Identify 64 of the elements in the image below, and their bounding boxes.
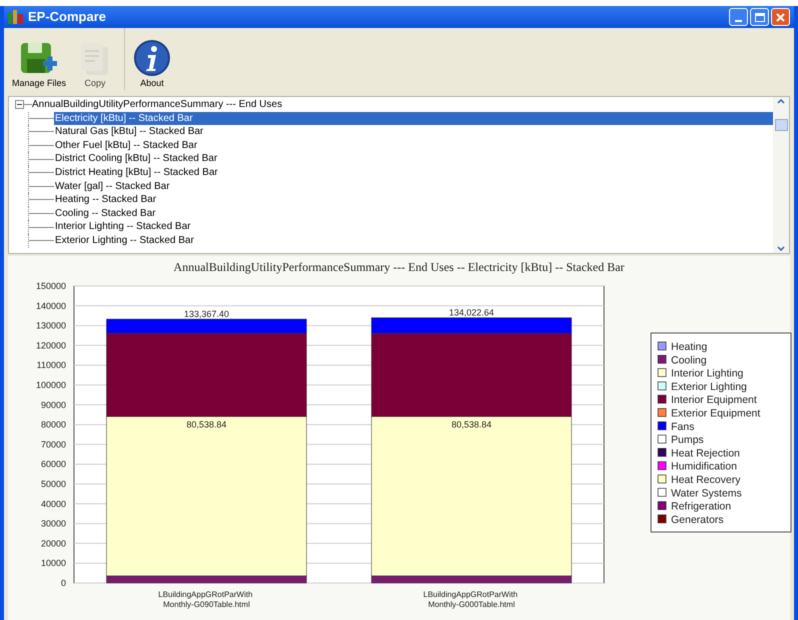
app-logo-icon <box>8 10 24 24</box>
tree-item[interactable]: District Cooling [kBtu] -- Stacked Bar <box>54 152 218 166</box>
scroll-up-icon[interactable] <box>777 99 785 104</box>
tree-item[interactable]: Water [gal] -- Stacked Bar <box>54 180 171 194</box>
y-tick-label: 110000 <box>36 360 66 370</box>
tree-item[interactable]: Cooling -- Stacked Bar <box>54 206 157 220</box>
y-tick-label: 130000 <box>36 320 66 331</box>
legend-label: Refrigeration <box>671 500 732 513</box>
legend-label: Heat Rejection <box>671 447 740 460</box>
tree-item[interactable]: Interior Lighting -- Stacked Bar <box>54 220 192 234</box>
x-category-label: LBuildingAppGRotParWith Monthly-G000Table.html <box>423 590 518 609</box>
toolbar-button[interactable]: About <box>129 38 176 90</box>
y-tick-label: 40000 <box>40 498 66 509</box>
tree-item[interactable]: Electricity [kBtu] -- Stacked Bar <box>54 112 194 126</box>
y-tick-label: 140000 <box>36 300 66 311</box>
tree-item[interactable]: AnnualBuildingUtilityPerformanceSummary --- End Uses <box>32 98 282 112</box>
data-label: 134,022.64 <box>448 308 494 318</box>
tree-item[interactable]: Other Fuel [kBtu] -- Stacked Bar <box>54 138 198 152</box>
y-tick-label: 150000 <box>36 281 66 291</box>
collapse-icon[interactable] <box>15 100 24 110</box>
y-tick-label: 20000 <box>40 538 66 548</box>
chart-title: AnnualBuildingUtilityPerformanceSummary --- End Uses -- Electricity [kBtu] -- Stacked Bar <box>174 259 624 276</box>
minimize-button[interactable] <box>729 8 748 26</box>
maximize-icon <box>754 12 764 22</box>
tree-item[interactable]: Exterior Lighting -- Stacked Bar <box>54 234 195 248</box>
y-tick-label: 60000 <box>40 459 66 470</box>
legend-label: Heating <box>671 341 708 353</box>
toolbar-button[interactable]: Manage Files <box>8 40 70 90</box>
tree-item[interactable]: Heating -- Stacked Bar <box>54 193 158 207</box>
data-label: 80,538.84 <box>186 419 227 430</box>
tree-item[interactable]: Natural Gas [kBtu] -- Stacked Bar <box>54 125 204 139</box>
tree-item[interactable]: District Heating [kBtu] -- Stacked Bar <box>54 166 219 180</box>
legend-label: Exterior Equipment <box>671 408 760 420</box>
y-tick-label: 90000 <box>40 400 66 410</box>
y-tick-label: 100000 <box>36 380 66 390</box>
x-category-label: LBuildingAppGRotParWith Monthly-G090Table.html <box>158 590 253 609</box>
minimize-icon <box>735 20 742 22</box>
y-tick-label: 70000 <box>40 439 66 450</box>
data-label: 133,367.40 <box>184 308 230 319</box>
data-label: 80,538.84 <box>451 419 492 430</box>
y-tick-label: 120000 <box>36 340 66 350</box>
legend-label: Interior Equipment <box>671 394 757 406</box>
info-icon <box>133 38 172 76</box>
y-tick-label: 0 <box>60 578 66 588</box>
legend-label: Generators <box>671 514 724 526</box>
y-tick-label: 30000 <box>40 518 66 529</box>
legend-label: Water Systems <box>671 487 742 500</box>
legend-label: Heat Recovery <box>671 474 740 486</box>
close-button[interactable] <box>771 8 790 26</box>
y-tick-label: 10000 <box>40 558 66 568</box>
window-title: EP-Compare <box>28 8 106 26</box>
legend-label: Exterior Lighting <box>671 380 747 393</box>
scroll-thumb[interactable] <box>774 119 788 131</box>
maximize-button[interactable] <box>750 8 769 26</box>
scrollbar[interactable] <box>773 97 789 253</box>
y-tick-label: 50000 <box>40 479 66 489</box>
legend-label: Fans <box>671 420 694 433</box>
legend-label: Cooling <box>671 354 707 366</box>
y-tick-label: 80000 <box>40 420 66 430</box>
scroll-down-icon[interactable] <box>777 246 785 251</box>
close-icon <box>776 12 785 22</box>
legend-label: Interior Lighting <box>671 368 744 380</box>
legend-label: Humidification <box>671 460 737 473</box>
legend-label: Pumps <box>671 434 704 446</box>
